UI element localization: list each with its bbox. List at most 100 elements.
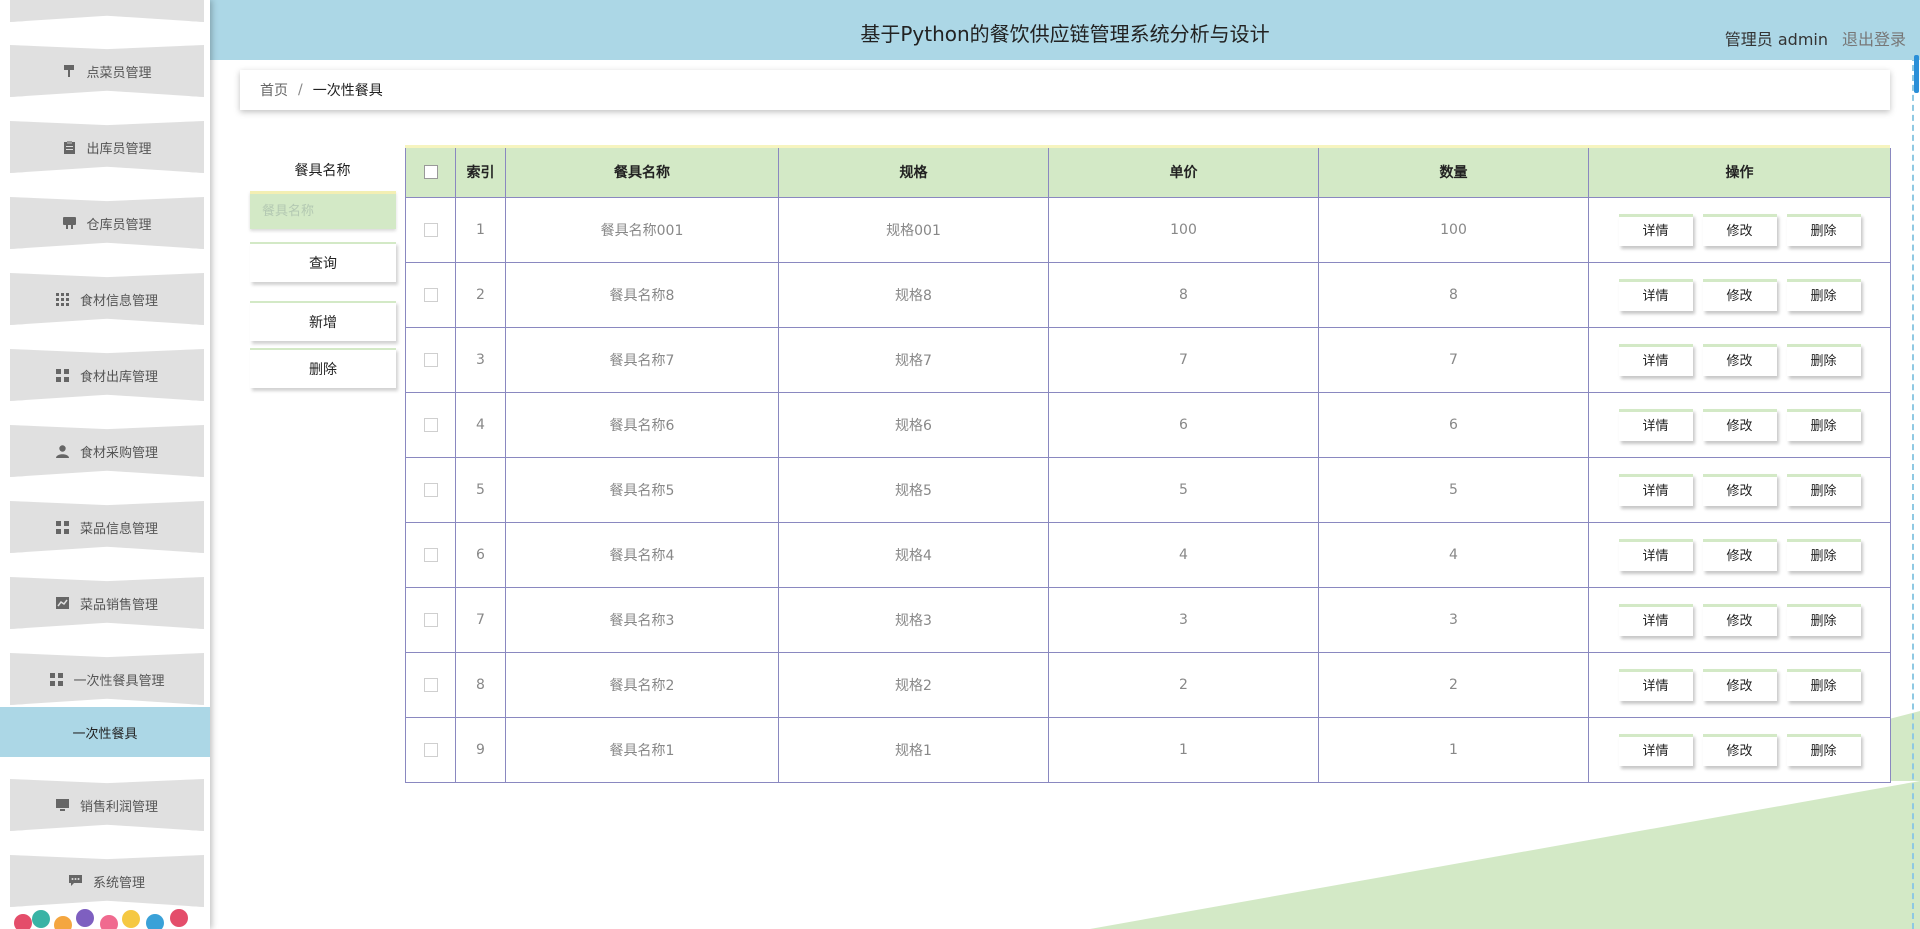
row-checkbox[interactable]	[423, 222, 438, 237]
detail-button[interactable]: 详情	[1618, 408, 1693, 441]
edit-button[interactable]: 修改	[1702, 343, 1777, 376]
sidebar-item-top-partial[interactable]	[10, 0, 204, 22]
cell-quantity: 2	[1318, 651, 1589, 718]
cell-name: 餐具名称1	[505, 716, 779, 783]
cell-actions: 详情 修改 删除	[1588, 261, 1891, 328]
cell-name: 餐具名称001	[505, 196, 779, 263]
grid-icon	[49, 672, 63, 686]
detail-button[interactable]: 详情	[1618, 343, 1693, 376]
sidebar-item-dish-sales[interactable]: 菜品销售管理	[10, 577, 204, 629]
cell-price: 5	[1048, 456, 1319, 523]
column-header-spec[interactable]: 规格	[778, 148, 1049, 198]
sidebar-item-label: 销售利润管理	[79, 799, 158, 815]
add-button[interactable]: 新增	[250, 301, 396, 341]
sidebar-item-ingredient-purchase[interactable]: 食材采购管理	[10, 425, 204, 477]
detail-button[interactable]: 详情	[1618, 668, 1693, 701]
row-select-cell	[405, 326, 456, 393]
delete-button[interactable]: 删除	[1786, 408, 1861, 441]
edit-button[interactable]: 修改	[1702, 473, 1777, 506]
sidebar-item-sales-profit[interactable]: 销售利润管理	[10, 779, 204, 831]
table-row: 3 餐具名称7 规格7 7 7 详情 修改 删除	[405, 326, 1891, 393]
cell-spec: 规格5	[778, 456, 1049, 523]
row-checkbox[interactable]	[423, 547, 438, 562]
cell-index: 4	[455, 391, 506, 458]
sidebar-item-label: 食材出库管理	[79, 369, 158, 385]
table-row: 5 餐具名称5 规格5 5 5 详情 修改 删除	[405, 456, 1891, 523]
scrollbar-thumb[interactable]	[1914, 55, 1919, 93]
detail-button[interactable]: 详情	[1618, 538, 1693, 571]
delete-button[interactable]: 删除	[1786, 668, 1861, 701]
sidebar-item-ingredient-outbound[interactable]: 食材出库管理	[10, 349, 204, 401]
sidebar-item-ingredient-info[interactable]: 食材信息管理	[10, 273, 204, 325]
row-checkbox[interactable]	[423, 742, 438, 757]
edit-button[interactable]: 修改	[1702, 408, 1777, 441]
sidebar-item-label: 点菜员管理	[86, 65, 152, 81]
row-checkbox[interactable]	[423, 482, 438, 497]
cell-actions: 详情 修改 删除	[1588, 586, 1891, 653]
detail-button[interactable]: 详情	[1618, 278, 1693, 311]
cell-spec: 规格8	[778, 261, 1049, 328]
column-header-quantity[interactable]: 数量	[1318, 148, 1589, 198]
sidebar-item-order-staff[interactable]: 点菜员管理	[10, 45, 204, 97]
sidebar-item-label: 仓库员管理	[86, 217, 152, 233]
cell-spec: 规格1	[778, 716, 1049, 783]
sidebar-item-outbound-staff[interactable]: 出库员管理	[10, 121, 204, 173]
select-all-checkbox[interactable]	[423, 165, 438, 180]
cell-spec: 规格001	[778, 196, 1049, 263]
delete-button[interactable]: 删除	[1786, 538, 1861, 571]
detail-button[interactable]: 详情	[1618, 733, 1693, 766]
delete-button[interactable]: 删除	[1786, 343, 1861, 376]
scrollbar-track	[1912, 55, 1914, 929]
row-checkbox[interactable]	[423, 677, 438, 692]
sidebar: 点菜员管理 出库员管理 仓库员管理 食材信息管理 食材出库管理 食材采购管理 菜…	[0, 0, 210, 929]
batch-delete-button[interactable]: 删除	[250, 348, 396, 388]
sidebar-item-warehouse-staff[interactable]: 仓库员管理	[10, 197, 204, 249]
cell-spec: 规格3	[778, 586, 1049, 653]
cell-index: 1	[455, 196, 506, 263]
search-input[interactable]	[250, 191, 396, 229]
edit-button[interactable]: 修改	[1702, 733, 1777, 766]
delete-button[interactable]: 删除	[1786, 278, 1861, 311]
column-header-name[interactable]: 餐具名称	[505, 148, 779, 198]
cell-price: 1	[1048, 716, 1319, 783]
sidebar-item-label: 系统管理	[92, 875, 145, 891]
row-checkbox[interactable]	[423, 287, 438, 302]
delete-button[interactable]: 删除	[1786, 733, 1861, 766]
table-row: 8 餐具名称2 规格2 2 2 详情 修改 删除	[405, 651, 1891, 718]
pin-icon	[62, 64, 76, 78]
sidebar-item-label: 菜品信息管理	[79, 521, 158, 537]
cell-spec: 规格2	[778, 651, 1049, 718]
delete-button[interactable]: 删除	[1786, 213, 1861, 246]
detail-button[interactable]: 详情	[1618, 603, 1693, 636]
detail-button[interactable]: 详情	[1618, 213, 1693, 246]
edit-button[interactable]: 修改	[1702, 603, 1777, 636]
query-button[interactable]: 查询	[250, 242, 396, 282]
delete-button[interactable]: 删除	[1786, 603, 1861, 636]
cell-name: 餐具名称4	[505, 521, 779, 588]
row-checkbox[interactable]	[423, 612, 438, 627]
column-header-index[interactable]: 索引	[455, 148, 506, 198]
delete-button[interactable]: 删除	[1786, 473, 1861, 506]
edit-button[interactable]: 修改	[1702, 668, 1777, 701]
logout-link[interactable]: 退出登录	[1842, 26, 1906, 50]
cell-price: 2	[1048, 651, 1319, 718]
edit-button[interactable]: 修改	[1702, 213, 1777, 246]
sidebar-item-system[interactable]: 系统管理	[10, 855, 204, 907]
table-row: 7 餐具名称3 规格3 3 3 详情 修改 删除	[405, 586, 1891, 653]
edit-button[interactable]: 修改	[1702, 538, 1777, 571]
current-user: 管理员 admin	[1724, 30, 1828, 49]
cell-price: 8	[1048, 261, 1319, 328]
sidebar-item-tableware-mgmt[interactable]: 一次性餐具管理	[10, 653, 204, 705]
cell-quantity: 5	[1318, 456, 1589, 523]
row-checkbox[interactable]	[423, 417, 438, 432]
table-row: 2 餐具名称8 规格8 8 8 详情 修改 删除	[405, 261, 1891, 328]
column-header-price[interactable]: 单价	[1048, 148, 1319, 198]
row-checkbox[interactable]	[423, 352, 438, 367]
breadcrumb-home[interactable]: 首页	[260, 80, 288, 100]
sidebar-item-dish-info[interactable]: 菜品信息管理	[10, 501, 204, 553]
detail-button[interactable]: 详情	[1618, 473, 1693, 506]
sidebar-subitem-tableware[interactable]: 一次性餐具	[0, 707, 210, 757]
edit-button[interactable]: 修改	[1702, 278, 1777, 311]
chart-icon	[56, 596, 70, 610]
cell-actions: 详情 修改 删除	[1588, 456, 1891, 523]
